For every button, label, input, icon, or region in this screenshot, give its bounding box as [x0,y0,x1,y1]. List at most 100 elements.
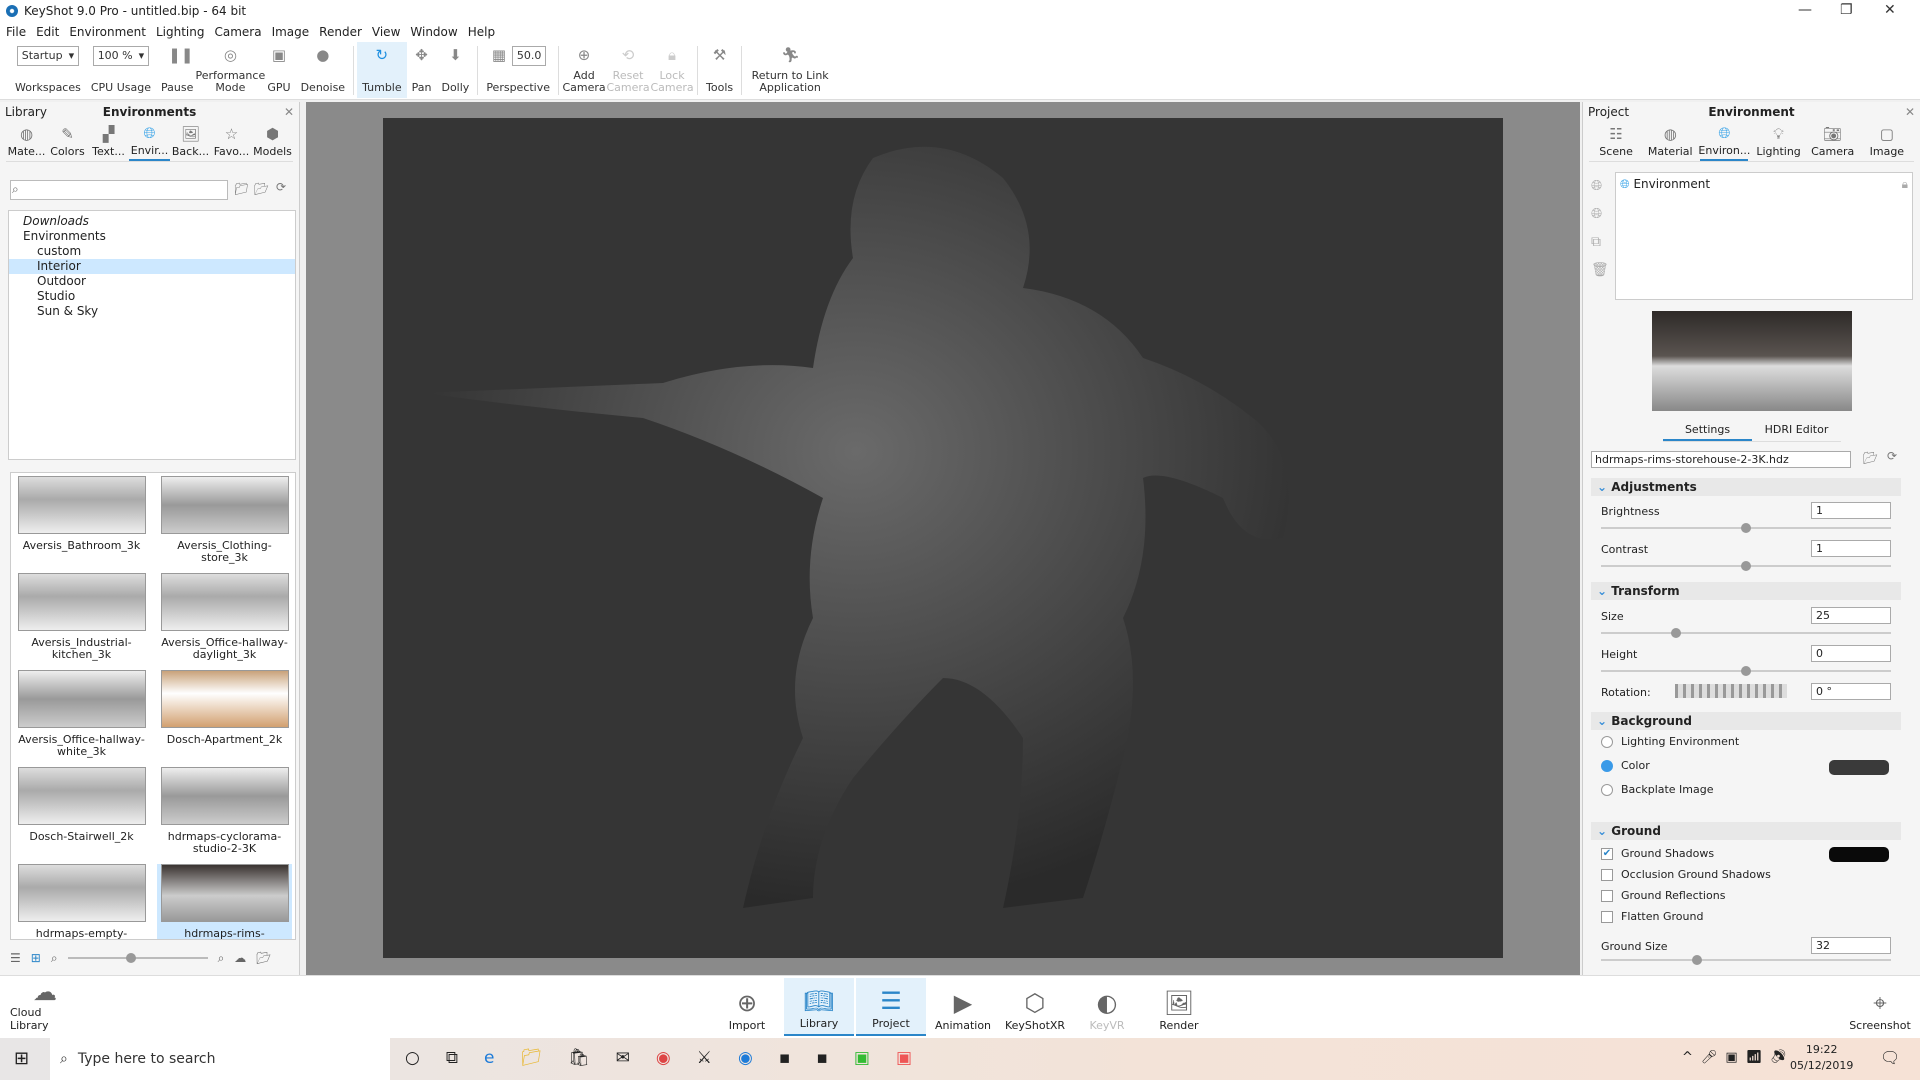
clock[interactable]: 19:22 05/12/2019 [1790,1042,1853,1074]
bottom-keyvr-button[interactable]: ◐ KeyVR [1072,978,1142,1036]
reset-camera-button[interactable]: ⟲ Reset Camera [606,42,650,98]
pause-button[interactable]: ❚❚ Pause [156,42,198,98]
project-tab[interactable]: ☷ Scene [1592,122,1640,161]
task-view-icon[interactable]: ⧉ [446,1048,458,1068]
rotation-input[interactable]: 0 ° [1811,683,1891,700]
bottom-render-button[interactable]: 🖼︎ Render [1144,978,1214,1036]
tree-node[interactable]: Downloads [9,214,295,229]
mail-icon[interactable]: ✉ [616,1048,630,1068]
slider-knob[interactable] [125,953,136,963]
brightness-slider[interactable] [1601,523,1891,533]
add-environment-icon[interactable]: 🌐︎ [1591,200,1609,228]
environment-item[interactable]: Aversis_Bathroom_3k [14,476,149,573]
camtasia-icon[interactable]: ▣ [854,1048,870,1068]
close-panel-icon[interactable]: ✕ [284,105,294,119]
bottom-keyshotxr-button[interactable]: ⬡ KeyShotXR [1000,978,1070,1036]
background-header[interactable]: Background [1591,712,1901,730]
import-folder-icon[interactable]: 📂︎ [254,182,269,196]
performance-mode-button[interactable]: ◎ Performance Mode [196,42,266,98]
brightness-input[interactable]: 1 [1811,502,1891,519]
cloud-library-button[interactable]: ☁ Cloud Library [10,978,80,1036]
bottom-animation-button[interactable]: ▶ Animation [928,978,998,1036]
height-slider[interactable] [1601,666,1891,676]
project-tab[interactable]: ▢ Image [1863,122,1911,161]
environment-item[interactable]: Aversis_Office-hallway-daylight_3k [157,573,292,670]
menu-environment[interactable]: Environment [69,25,146,39]
environment-item[interactable]: Dosch-Apartment_2k [157,670,292,767]
minimize-button[interactable]: — [1798,2,1812,18]
delete-icon[interactable]: 🗑︎ [1591,256,1609,284]
zoom-in-icon[interactable]: ⌕ [218,951,225,966]
render-viewport[interactable] [306,102,1580,975]
ground-shadow-color-swatch[interactable] [1829,847,1889,862]
menu-render[interactable]: Render [319,25,362,39]
library-tab[interactable]: ⬢ Models [252,122,293,161]
add-camera-button[interactable]: ⊕ Add Camera [562,42,606,98]
bottom-import-button[interactable]: ⊕ Import [712,978,782,1036]
zbrush-icon[interactable]: ⚔ [697,1048,712,1068]
perspective-control[interactable]: ▦ 50.0 Perspective [481,42,555,98]
size-slider[interactable] [1601,628,1891,638]
return-to-link-button[interactable]: 🏃︎ Return to Link Application [745,42,835,98]
lock-camera-button[interactable]: 🔒︎ Lock Camera [650,42,694,98]
library-tab[interactable]: ◍ Mate... [6,122,47,161]
background-radio[interactable] [1601,736,1613,748]
menu-camera[interactable]: Camera [214,25,261,39]
refresh-icon[interactable]: ⟳ [276,180,286,194]
adjustments-header[interactable]: Adjustments [1591,478,1901,496]
environment-item[interactable]: Dosch-Stairwell_2k [14,767,149,864]
ground-size-input[interactable]: 32 [1811,937,1891,954]
cpu-select[interactable]: 100 % ▾ [92,46,150,66]
tree-node[interactable]: Interior [9,259,295,274]
tree-node[interactable]: custom [9,244,295,259]
close-button[interactable]: ✕ [1884,2,1896,18]
menu-lighting[interactable]: Lighting [156,25,205,39]
reload-icon[interactable]: ⟳ [1887,449,1897,463]
workspace-select[interactable]: Startup ▾ [16,46,80,66]
close-panel-icon[interactable]: ✕ [1905,105,1915,119]
slider-knob[interactable] [1671,628,1682,638]
tumble-button[interactable]: ↻ Tumble [357,42,407,98]
project-tab[interactable]: 💡︎ Lighting [1755,122,1803,161]
background-color-swatch[interactable] [1829,760,1889,775]
environment-icon[interactable]: 🌐︎ [1591,172,1609,200]
environment-item[interactable]: hdrmaps-rims- [157,864,292,939]
environment-item[interactable]: hdrmaps-empty-modern- [14,864,149,939]
workspaces-control[interactable]: Startup ▾ Workspaces [10,42,86,98]
screenshot-button[interactable]: ⌖ Screenshot [1845,978,1915,1036]
cpu-usage-control[interactable]: 100 % ▾ CPU Usage [86,42,156,98]
cloud-upload-icon[interactable]: ☁ [234,951,246,965]
ground-header[interactable]: Ground [1591,822,1901,840]
height-input[interactable]: 0 [1811,645,1891,662]
menu-help[interactable]: Help [468,25,495,39]
environment-item[interactable]: Aversis_Clothing-store_3k [157,476,292,573]
library-tab[interactable]: ▞ Text... [88,122,129,161]
library-tab[interactable]: ☆ Favo... [211,122,252,161]
windows-start-icon[interactable]: ⊞ [14,1048,29,1069]
denoise-button[interactable]: ● Denoise [296,42,351,98]
open-folder-icon[interactable]: 📂︎ [1863,451,1878,465]
hdri-preview[interactable] [1652,311,1852,411]
store-icon[interactable]: 🛍︎ [568,1048,590,1068]
project-tab[interactable]: 📷︎ Camera [1809,122,1857,161]
keyshot-icon[interactable]: ◉ [738,1048,753,1068]
bottom-library-button[interactable]: 📖︎ Library [784,978,854,1036]
library-search-input[interactable] [10,180,228,200]
cortana-icon[interactable]: ○ [405,1048,420,1068]
size-input[interactable]: 25 [1811,607,1891,624]
background-radio[interactable] [1601,760,1613,772]
duplicate-environment-icon[interactable]: ⧉ [1591,228,1609,256]
menu-window[interactable]: Window [410,25,457,39]
notifications-icon[interactable]: 🗨︎ [1880,1048,1900,1067]
ground-checkbox[interactable] [1601,911,1613,923]
slider-knob[interactable] [1741,523,1751,533]
project-tab[interactable]: 🌐︎ Environ... [1698,122,1750,161]
system-tray-icons[interactable]: ^🎤︎▣📶︎🔊︎ [1682,1050,1795,1065]
add-folder-icon[interactable]: 📁︎ [234,182,249,196]
zoom-out-icon[interactable]: ⌕ [51,951,58,966]
fov-input[interactable]: 50.0 [511,46,547,66]
library-tab[interactable]: 🌐︎ Envir... [129,122,170,161]
environment-item[interactable]: Aversis_Industrial-kitchen_3k [14,573,149,670]
environment-item[interactable]: hdrmaps-cyclorama-studio-2-3K [157,767,292,864]
tools-button[interactable]: ⚒ Tools [701,42,738,98]
